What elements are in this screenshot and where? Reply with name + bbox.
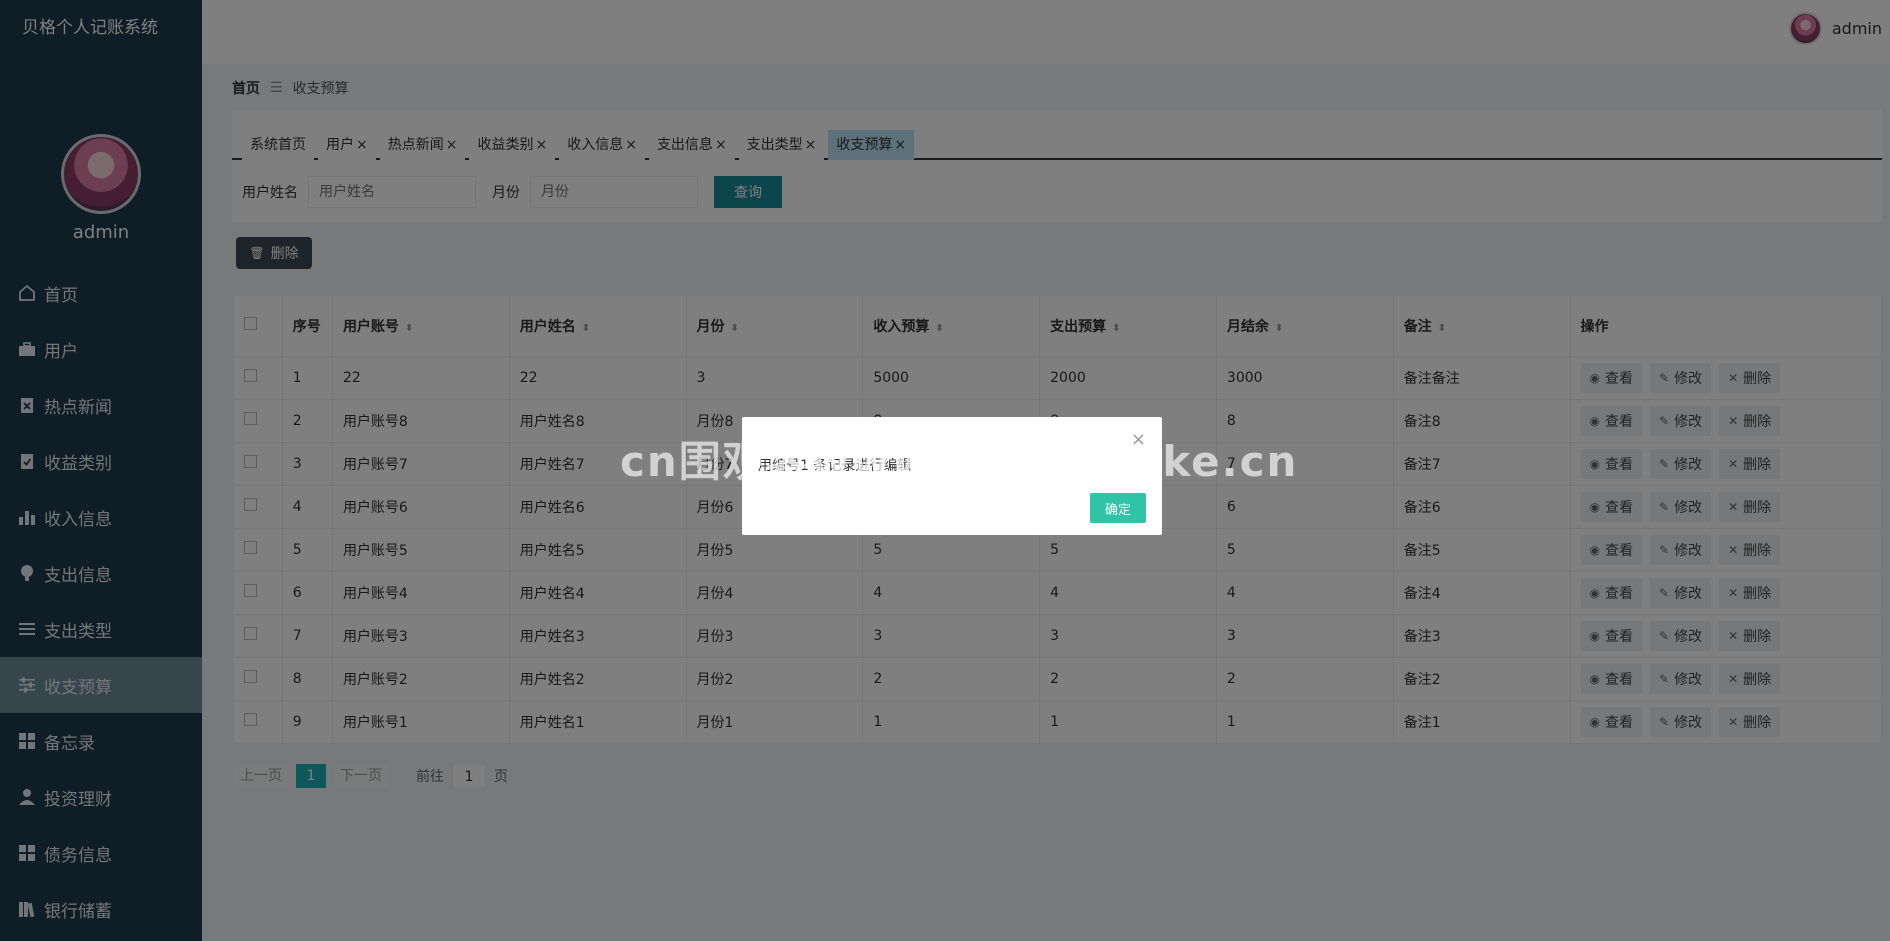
confirm-button[interactable]: 确定 [1090,493,1146,523]
watermark: cn围观客www.weiguanke.cn [620,437,1299,486]
